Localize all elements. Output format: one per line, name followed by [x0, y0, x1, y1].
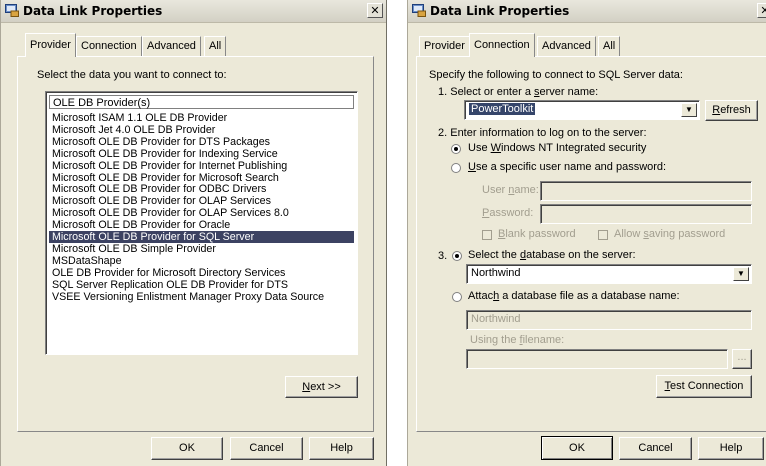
provider-list-item[interactable]: Microsoft OLE DB Provider for OLAP Servi… [49, 207, 354, 219]
database-combo[interactable]: Northwind ▼ [466, 264, 752, 284]
tab-provider[interactable]: Provider [25, 33, 76, 57]
left-title-bar: Data Link Properties ✕ [1, 0, 386, 23]
specific-user-label: Use a specific user name and password: [468, 161, 667, 173]
nt-security-radio[interactable] [451, 144, 461, 154]
left-dialog: Data Link Properties ✕ Provider Connecti… [0, 0, 387, 466]
filename-field[interactable] [466, 349, 728, 369]
provider-list-item[interactable]: Microsoft OLE DB Provider for ODBC Drive… [49, 183, 354, 195]
provider-list-item[interactable]: Microsoft ISAM 1.1 OLE DB Provider [49, 112, 354, 124]
select-database-radio[interactable] [452, 251, 462, 261]
next-label: ext >> [310, 381, 341, 393]
attach-database-name-field[interactable]: Northwind [466, 310, 752, 330]
provider-list-item[interactable]: SQL Server Replication OLE DB Provider f… [49, 279, 354, 291]
provider-list-item[interactable]: Microsoft OLE DB Provider for Internet P… [49, 160, 354, 172]
tab-advanced[interactable]: Advanced [537, 36, 596, 56]
nt-security-label: Use Windows NT Integrated security [468, 142, 647, 154]
attach-file-radio[interactable] [452, 292, 462, 302]
provider-list-item[interactable]: Microsoft Jet 4.0 OLE DB Provider [49, 124, 354, 136]
refresh-button[interactable]: Refresh [705, 100, 758, 121]
chevron-down-icon[interactable]: ▼ [681, 103, 697, 117]
password-field[interactable] [540, 204, 752, 224]
cancel-button[interactable]: Cancel [230, 437, 303, 460]
cancel-button[interactable]: Cancel [619, 437, 692, 460]
right-dialog-title: Data Link Properties [430, 4, 570, 18]
allow-saving-checkbox[interactable] [598, 230, 608, 240]
data-link-icon [5, 4, 19, 17]
tab-advanced[interactable]: Advanced [142, 36, 201, 56]
next-button[interactable]: Next >> [285, 376, 358, 398]
help-button[interactable]: Help [698, 437, 764, 460]
filename-label: Using the filename: [470, 334, 565, 346]
provider-list-item[interactable]: MSDataShape [49, 255, 354, 267]
data-link-icon [412, 4, 426, 17]
right-dialog: Data Link Properties ✕ Provider Connecti… [407, 0, 766, 466]
tab-provider[interactable]: Provider [419, 36, 470, 56]
test-connection-button[interactable]: Test Connection [656, 375, 752, 398]
ok-button[interactable]: OK [151, 437, 223, 460]
close-icon[interactable]: ✕ [757, 3, 766, 18]
provider-list[interactable]: OLE DB Provider(s) Microsoft ISAM 1.1 OL… [45, 91, 358, 355]
browse-button[interactable]: ... [732, 349, 752, 369]
provider-list-item[interactable]: Microsoft OLE DB Provider for SQL Server [49, 231, 354, 243]
provider-list-item[interactable]: VSEE Versioning Enlistment Manager Proxy… [49, 291, 354, 303]
blank-password-label: Blank password [498, 228, 576, 240]
step1-label: 1. Select or enter a server name: [438, 86, 599, 98]
database-value: Northwind [471, 267, 521, 279]
connection-intro: Specify the following to connect to SQL … [429, 69, 683, 81]
user-name-label: User name: [482, 184, 539, 196]
provider-list-item[interactable]: Microsoft OLE DB Provider for OLAP Servi… [49, 195, 354, 207]
specific-user-radio[interactable] [451, 163, 461, 173]
tab-all[interactable]: All [204, 36, 227, 56]
allow-saving-label: Allow saving password [614, 228, 726, 240]
left-dialog-title: Data Link Properties [23, 4, 163, 18]
tab-all[interactable]: All [598, 36, 621, 56]
close-icon[interactable]: ✕ [367, 3, 383, 18]
step3-number: 3. [438, 250, 448, 262]
server-name-value: PowerToolkit [469, 103, 536, 115]
provider-prompt: Select the data you want to connect to: [37, 69, 227, 81]
provider-list-item[interactable]: Microsoft OLE DB Simple Provider [49, 243, 354, 255]
tab-connection[interactable]: Connection [76, 36, 142, 56]
ok-button[interactable]: OK [541, 436, 613, 460]
right-title-bar: Data Link Properties ✕ [408, 0, 766, 23]
provider-list-item[interactable]: Microsoft OLE DB Provider for Microsoft … [49, 172, 354, 184]
server-name-combo[interactable]: PowerToolkit ▼ [464, 100, 700, 120]
user-name-field[interactable] [540, 181, 752, 201]
blank-password-checkbox[interactable] [482, 230, 492, 240]
next-access-key: N [302, 381, 311, 393]
attach-file-label: Attach a database file as a database nam… [468, 290, 680, 302]
provider-list-item[interactable]: Microsoft OLE DB Provider for Indexing S… [49, 148, 354, 160]
password-label: Password: [482, 207, 534, 219]
provider-list-item[interactable]: OLE DB Provider for Microsoft Directory … [49, 267, 354, 279]
help-button[interactable]: Help [309, 437, 374, 460]
select-database-label: Select the database on the server: [468, 249, 636, 261]
provider-list-item[interactable]: Microsoft OLE DB Provider for Oracle [49, 219, 354, 231]
provider-list-item[interactable]: Microsoft OLE DB Provider for DTS Packag… [49, 136, 354, 148]
chevron-down-icon[interactable]: ▼ [733, 267, 749, 281]
step2-label: 2. Enter information to log on to the se… [438, 127, 647, 139]
tab-connection[interactable]: Connection [469, 33, 535, 57]
provider-list-header: OLE DB Provider(s) [49, 95, 354, 109]
